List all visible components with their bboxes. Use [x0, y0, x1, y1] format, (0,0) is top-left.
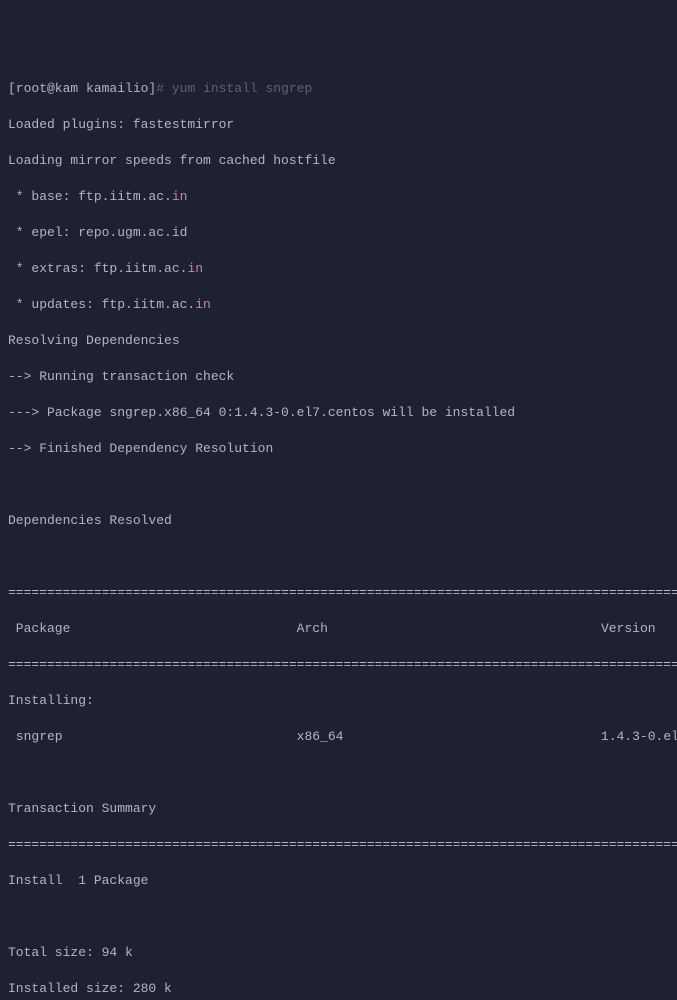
output-mirror-updates: * updates: ftp.iitm.ac.in — [8, 296, 669, 314]
prompt-user-host: [root@kam kamailio] — [8, 81, 156, 96]
output-deps-resolved: Dependencies Resolved — [8, 512, 669, 530]
highlight-in: in — [195, 297, 211, 312]
output-resolving: Resolving Dependencies — [8, 332, 669, 350]
output-mirror-base: * base: ftp.iitm.ac.in — [8, 188, 669, 206]
prompt-command: # yum install sngrep — [156, 81, 312, 96]
blank-line — [8, 548, 669, 566]
prompt-line: [root@kam kamailio]# yum install sngrep — [8, 80, 669, 98]
separator-line: ========================================… — [8, 584, 669, 602]
pkg-name: sngrep — [8, 729, 63, 744]
output-finished: --> Finished Dependency Resolution — [8, 440, 669, 458]
blank-line — [8, 908, 669, 926]
table-header-row: Package Arch Version — [8, 620, 669, 638]
output-install-count: Install 1 Package — [8, 872, 669, 890]
table-row: sngrep x86_64 1.4.3-0.el7.centos — [8, 728, 669, 746]
output-loading-mirror: Loading mirror speeds from cached hostfi… — [8, 152, 669, 170]
separator-line: ========================================… — [8, 836, 669, 854]
highlight-in: in — [187, 261, 203, 276]
output-transaction-summary: Transaction Summary — [8, 800, 669, 818]
header-arch: Arch — [297, 621, 328, 636]
output-installing: Installing: — [8, 692, 669, 710]
separator-line: ========================================… — [8, 656, 669, 674]
pkg-arch: x86_64 — [297, 729, 344, 744]
output-mirror-epel: * epel: repo.ugm.ac.id — [8, 224, 669, 242]
output-running-check: --> Running transaction check — [8, 368, 669, 386]
header-package: Package — [8, 621, 70, 636]
highlight-in: in — [172, 189, 188, 204]
output-loaded-plugins: Loaded plugins: fastestmirror — [8, 116, 669, 134]
output-mirror-extras: * extras: ftp.iitm.ac.in — [8, 260, 669, 278]
pkg-version: 1.4.3-0.el7.centos — [601, 729, 677, 744]
output-total-size: Total size: 94 k — [8, 944, 669, 962]
blank-line — [8, 764, 669, 782]
output-package-install: ---> Package sngrep.x86_64 0:1.4.3-0.el7… — [8, 404, 669, 422]
output-installed-size: Installed size: 280 k — [8, 980, 669, 998]
header-version: Version — [601, 621, 656, 636]
blank-line — [8, 476, 669, 494]
